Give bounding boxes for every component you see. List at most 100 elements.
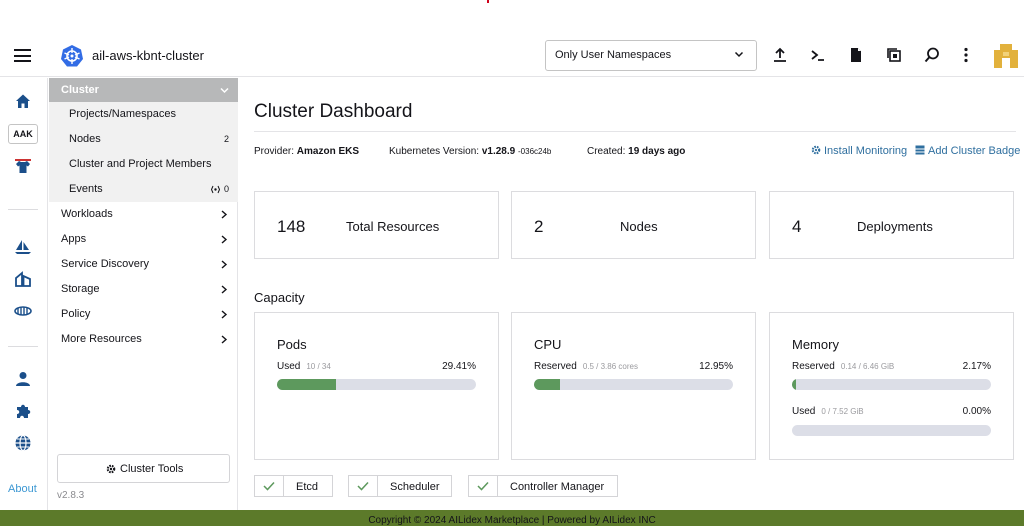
cluster-name: ail-aws-kbnt-cluster	[92, 48, 204, 63]
sidebar-item-label: More Resources	[61, 333, 142, 345]
kubectl-shell-icon[interactable]	[809, 46, 827, 64]
summary-label: Nodes	[620, 219, 658, 234]
capacity-percent: 29.41%	[442, 361, 476, 372]
chevron-down-icon	[220, 87, 229, 94]
provider-meta: Provider: Amazon EKS	[254, 146, 359, 157]
capacity-percent: 2.17%	[962, 361, 991, 372]
summary-card-deployments[interactable]: 4 Deployments	[769, 191, 1014, 259]
provider-label: Provider:	[254, 146, 295, 157]
sidebar-item-cluster-project-members[interactable]: Cluster and Project Members	[49, 152, 238, 177]
summary-label: Deployments	[857, 219, 933, 234]
capacity-card-pods: Pods Used 10 / 34 29.41%	[254, 312, 499, 460]
summary-value: 2	[534, 217, 544, 236]
component-label: Scheduler	[390, 481, 440, 493]
created-meta: Created: 19 days ago	[587, 146, 685, 157]
summary-label: Total Resources	[346, 219, 440, 234]
summary-card-total-resources[interactable]: 148 Total Resources	[254, 191, 499, 259]
component-status-etcd: Etcd	[254, 475, 333, 497]
capacity-row-label: Used 10 / 34	[277, 361, 331, 372]
capacity-title: Capacity	[254, 290, 305, 305]
component-label: Controller Manager	[510, 481, 605, 493]
upload-icon[interactable]	[771, 46, 789, 64]
copy-kubeconfig-icon[interactable]	[885, 46, 903, 64]
footer-copyright: Copyright © 2024 AILidex Marketplace | P…	[368, 515, 656, 526]
capacity-bar	[792, 425, 991, 436]
gear-icon	[106, 464, 116, 474]
sidebar-item-projects-namespaces[interactable]: Projects/Namespaces	[49, 102, 238, 127]
events-count: 0	[223, 184, 229, 194]
badge-icon	[915, 145, 925, 155]
capacity-row-label: Used 0 / 7.52 GiB	[792, 406, 864, 417]
capacity-percent: 12.95%	[699, 361, 733, 372]
sidebar-section-cluster[interactable]: Cluster	[49, 78, 238, 102]
created-value: 19 days ago	[628, 146, 686, 157]
capacity-card-title: Pods	[277, 337, 307, 352]
namespace-filter-select[interactable]: Only User Namespaces	[545, 40, 757, 71]
sidebar-item-policy[interactable]: Policy	[49, 302, 238, 327]
cluster-sidebar: Cluster Projects/Namespaces Nodes 2 Clus…	[49, 78, 238, 510]
about-link[interactable]: About	[8, 483, 37, 495]
home-icon[interactable]	[14, 92, 32, 110]
nodes-count: 2	[223, 134, 229, 144]
k8s-value: v1.28.9	[481, 146, 516, 157]
capacity-card-memory: Memory Reserved 0.14 / 6.46 GiB 2.17% Use…	[769, 312, 1014, 460]
sidebar-item-apps[interactable]: Apps	[49, 227, 238, 252]
install-monitoring-link[interactable]: Install Monitoring	[811, 145, 907, 157]
component-label: Etcd	[296, 481, 319, 493]
cluster-badge-aak[interactable]: AAK	[8, 124, 38, 144]
left-rail: AAK About	[0, 78, 48, 510]
capacity-card-cpu: CPU Reserved 0.5 / 3.86 cores 12.95%	[511, 312, 756, 460]
chevron-right-icon	[221, 310, 228, 319]
cluster-tools-button[interactable]: Cluster Tools	[57, 454, 230, 483]
add-cluster-badge-link[interactable]: Add Cluster Badge	[915, 145, 1020, 157]
extensions-puzzle-icon[interactable]	[14, 402, 32, 420]
globe-icon[interactable]	[14, 434, 32, 452]
sidebar-item-nodes[interactable]: Nodes 2	[49, 127, 238, 152]
sidebar-item-more-resources[interactable]: More Resources	[49, 327, 238, 352]
sidebar-item-service-discovery[interactable]: Service Discovery	[49, 252, 238, 277]
install-monitoring-label: Install Monitoring	[824, 145, 908, 157]
chevron-right-icon	[221, 335, 228, 344]
footer: Copyright © 2024 AILidex Marketplace | P…	[0, 510, 1024, 526]
capacity-row-detail: 0.5 / 3.86 cores	[582, 362, 638, 371]
sidebar-item-events[interactable]: Events 0	[49, 177, 238, 202]
search-icon[interactable]	[923, 46, 941, 64]
cluster-tools-label: Cluster Tools	[120, 463, 184, 475]
sidebar-item-storage[interactable]: Storage	[49, 277, 238, 302]
component-status-scheduler: Scheduler	[348, 475, 452, 497]
sidebar-item-label: Policy	[61, 308, 91, 320]
user-icon[interactable]	[14, 370, 32, 388]
app-header: ail-aws-kbnt-cluster Only User Namespace…	[0, 33, 1024, 77]
cluster-tshirt-icon[interactable]	[14, 158, 32, 176]
sidebar-item-label: Nodes	[69, 133, 101, 145]
capacity-percent: 0.00%	[962, 406, 991, 417]
user-avatar[interactable]	[992, 42, 1020, 70]
chevron-right-icon	[221, 260, 228, 269]
download-kubeconfig-icon[interactable]	[847, 46, 865, 64]
page-title: Cluster Dashboard	[254, 101, 413, 122]
capacity-bar-fill	[534, 379, 560, 390]
rail-divider	[8, 209, 38, 210]
continuous-delivery-icon[interactable]	[14, 302, 32, 320]
capacity-row-detail: 0 / 7.52 GiB	[821, 407, 864, 416]
created-label: Created:	[587, 146, 626, 157]
capacity-row-detail: 0.14 / 6.46 GiB	[840, 362, 895, 371]
sidebar-item-label: Storage	[61, 283, 100, 295]
sidebar-item-label: Events	[69, 183, 103, 195]
sidebar-item-label: Apps	[61, 233, 87, 245]
more-vertical-icon[interactable]	[957, 46, 975, 64]
apps-sailboat-icon[interactable]	[14, 238, 32, 256]
add-cluster-badge-label: Add Cluster Badge	[928, 145, 1021, 157]
summary-card-nodes[interactable]: 2 Nodes	[511, 191, 756, 259]
summary-value: 4	[792, 217, 802, 236]
capacity-row-label: Reserved 0.5 / 3.86 cores	[534, 361, 638, 372]
fleet-icon[interactable]	[14, 270, 32, 288]
check-icon	[263, 481, 275, 491]
capacity-bar	[277, 379, 476, 390]
main-content: Cluster Dashboard Provider: Amazon EKS K…	[239, 78, 1024, 510]
capacity-card-title: Memory	[792, 337, 839, 352]
capacity-row-label: Reserved 0.14 / 6.46 GiB	[792, 361, 895, 372]
hamburger-menu-icon[interactable]	[14, 49, 31, 62]
sidebar-item-label: Cluster and Project Members	[69, 158, 212, 170]
sidebar-item-workloads[interactable]: Workloads	[49, 202, 238, 227]
